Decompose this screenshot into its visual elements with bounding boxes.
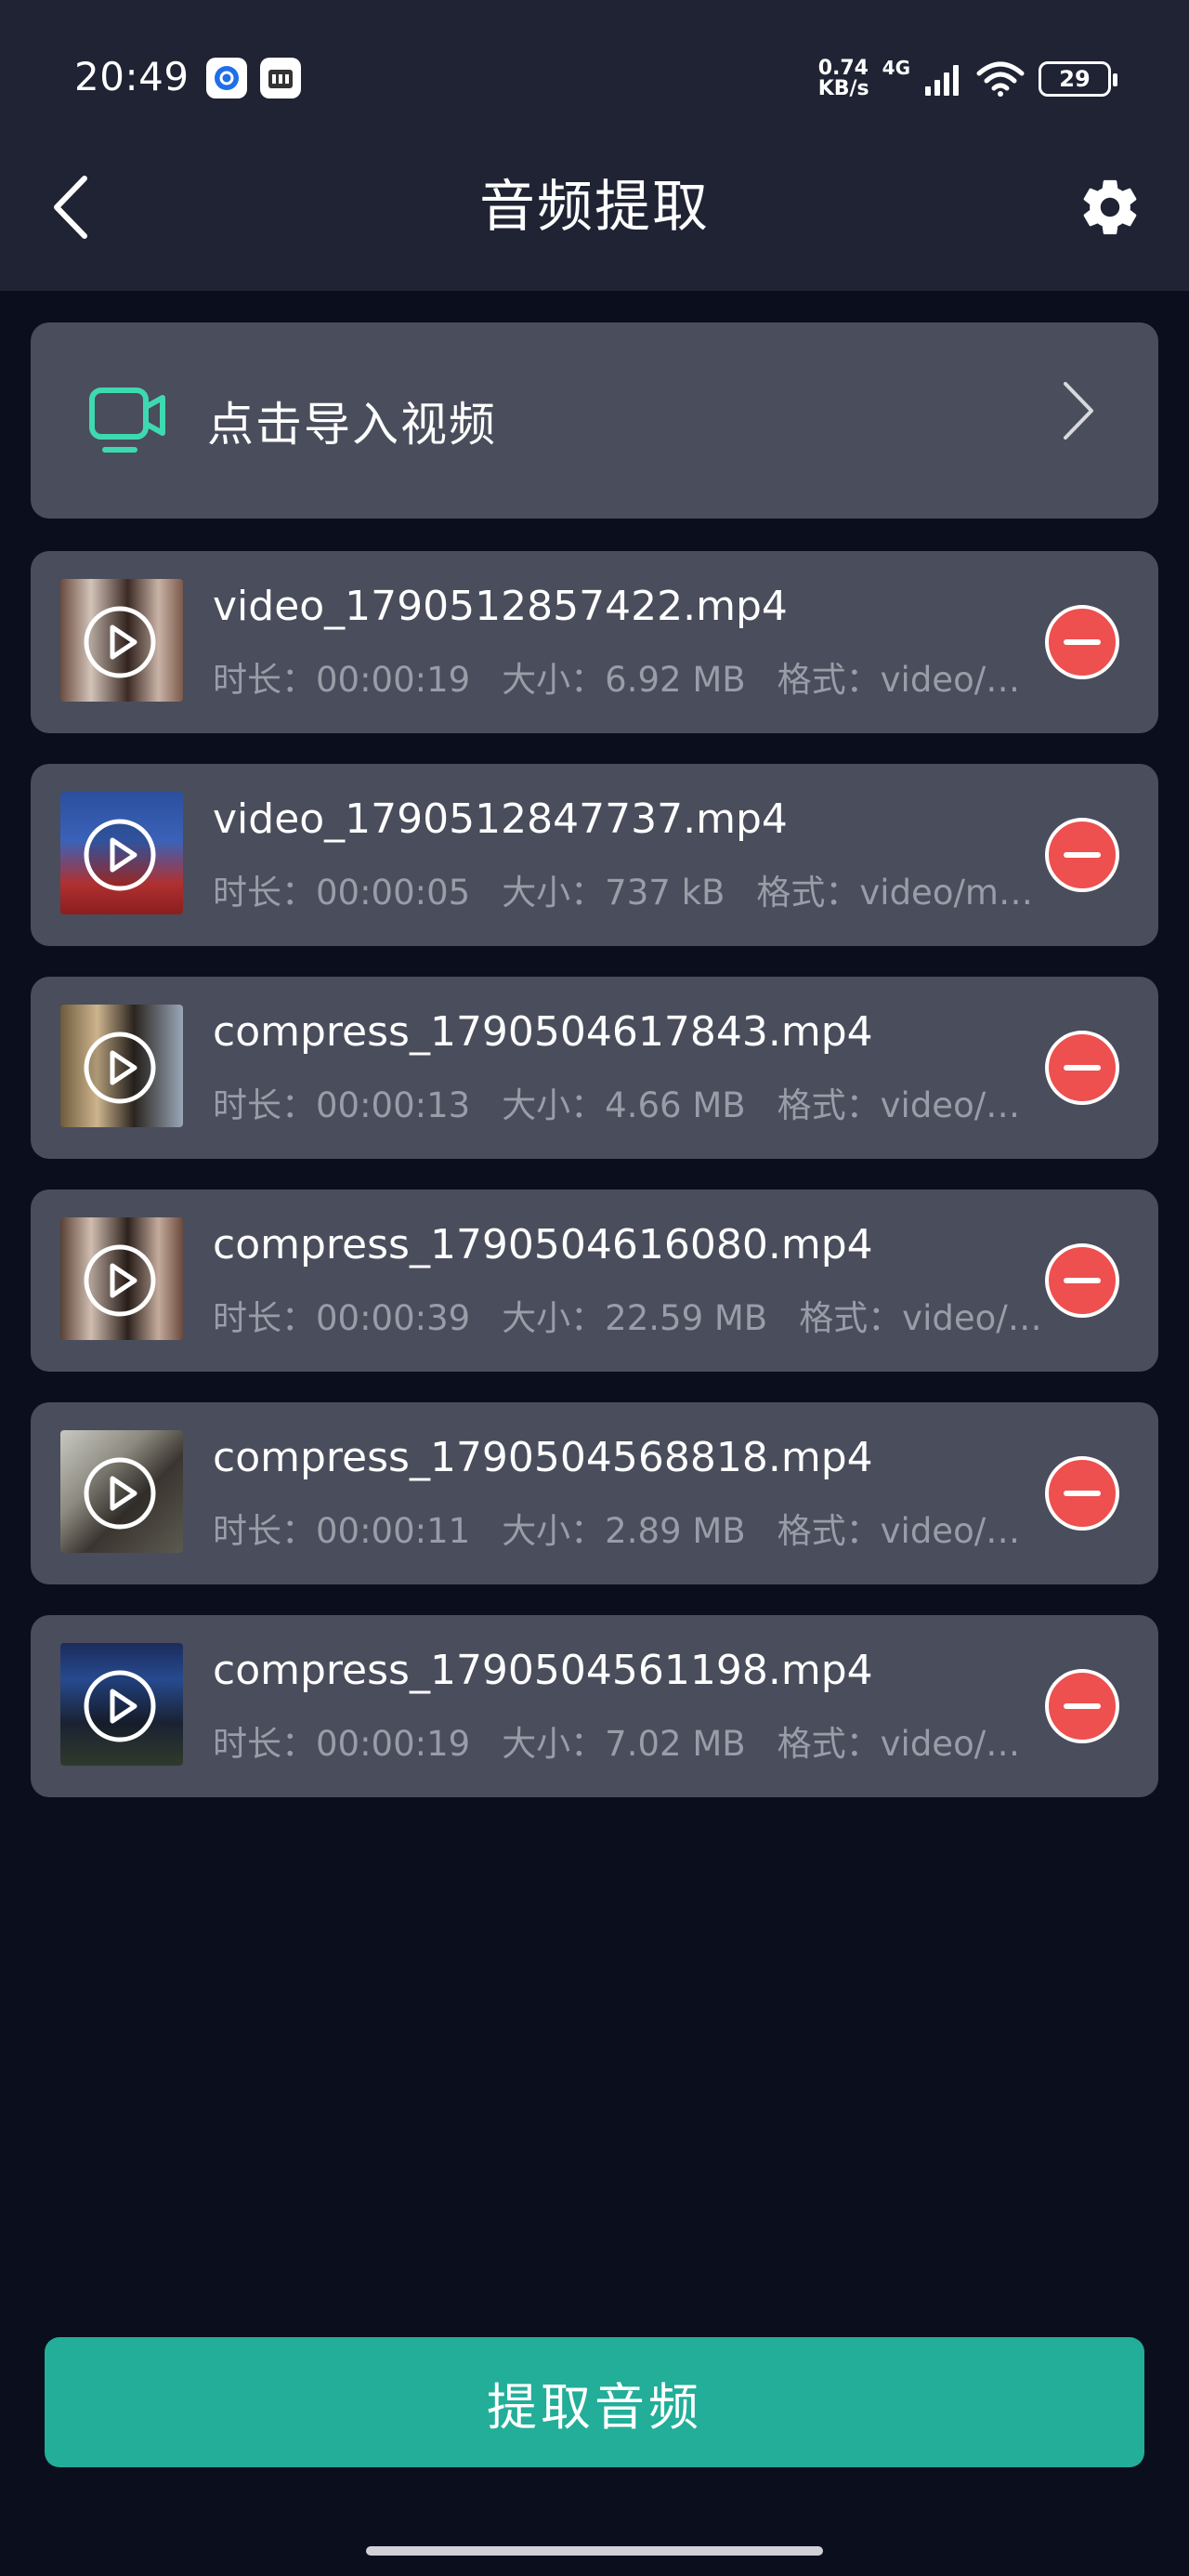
file-meta: 时长：00:00:05 大小：737 kB 格式：video/mp4 <box>213 864 1045 914</box>
play-icon <box>84 1032 156 1104</box>
file-format: 格式：video/mp4 <box>799 1298 1045 1338</box>
file-name: compress_1790504617843.mp4 <box>213 1008 873 1056</box>
minus-icon <box>1064 1491 1101 1496</box>
settings-button[interactable] <box>1068 165 1152 249</box>
mt-app-notification-icon <box>260 58 301 99</box>
net-speed: 0.74 KB/s <box>817 57 869 100</box>
chevron-right-icon <box>1064 382 1093 440</box>
file-size: 大小：7.02 MB <box>502 1724 746 1764</box>
file-name: compress_1790504568818.mp4 <box>213 1434 873 1481</box>
minus-icon <box>1064 1065 1101 1071</box>
remove-button[interactable] <box>1045 1031 1119 1105</box>
file-name: compress_1790504561198.mp4 <box>213 1647 873 1694</box>
file-size: 大小：22.59 MB <box>502 1298 768 1338</box>
file-duration: 时长：00:00:19 <box>213 1724 471 1764</box>
file-meta: 时长：00:00:13 大小：4.66 MB 格式：video/mp4 <box>213 1077 1045 1127</box>
play-icon <box>84 819 156 891</box>
video-thumbnail[interactable] <box>60 1430 183 1553</box>
play-icon <box>84 606 156 678</box>
video-list-item[interactable]: compress_1790504561198.mp4 时长：00:00:19 大小… <box>31 1615 1158 1797</box>
file-size: 大小：737 kB <box>502 873 725 913</box>
import-video-card[interactable]: 点击导入视频 <box>31 322 1158 519</box>
play-icon <box>84 1244 156 1317</box>
extract-audio-button[interactable]: 提取音频 <box>45 2337 1144 2467</box>
file-duration: 时长：00:00:19 <box>213 660 471 700</box>
video-list-item[interactable]: video_1790512847737.mp4 时长：00:00:05 大小：73… <box>31 764 1158 946</box>
video-list-item[interactable]: compress_1790504617843.mp4 时长：00:00:13 大小… <box>31 977 1158 1159</box>
file-format: 格式：video/mp4 <box>777 1724 1045 1764</box>
status-indicators: 0.74 KB/s 4G 29 <box>817 54 1117 104</box>
app-notification-icon <box>206 58 247 99</box>
minus-icon <box>1064 639 1101 645</box>
file-size: 大小：4.66 MB <box>502 1085 746 1125</box>
network-type: 4G <box>882 57 910 79</box>
video-list-item[interactable]: compress_1790504568818.mp4 时长：00:00:11 大小… <box>31 1402 1158 1584</box>
remove-button[interactable] <box>1045 1669 1119 1743</box>
remove-button[interactable] <box>1045 1243 1119 1318</box>
file-size: 大小：2.89 MB <box>502 1511 746 1551</box>
video-list-item[interactable]: video_1790512857422.mp4 时长：00:00:19 大小：6.… <box>31 551 1158 733</box>
file-format: 格式：video/mp4 <box>777 1511 1045 1551</box>
signal-icon <box>925 65 959 96</box>
video-thumbnail[interactable] <box>60 1005 183 1127</box>
import-video-label: 点击导入视频 <box>207 397 497 452</box>
file-meta: 时长：00:00:39 大小：22.59 MB 格式：video/mp4 <box>213 1290 1045 1340</box>
video-thumbnail[interactable] <box>60 1643 183 1766</box>
remove-button[interactable] <box>1045 1456 1119 1531</box>
remove-button[interactable] <box>1045 818 1119 892</box>
file-duration: 时长：00:00:39 <box>213 1298 471 1338</box>
video-list-item[interactable]: compress_1790504616080.mp4 时长：00:00:39 大小… <box>31 1189 1158 1372</box>
file-size: 大小：6.92 MB <box>502 660 746 700</box>
video-thumbnail[interactable] <box>60 579 183 702</box>
file-name: compress_1790504616080.mp4 <box>213 1221 873 1268</box>
video-camera-icon <box>89 387 165 453</box>
wifi-icon <box>976 61 1025 97</box>
file-name: video_1790512847737.mp4 <box>213 795 788 843</box>
play-icon <box>84 1457 156 1530</box>
gear-icon <box>1083 179 1137 235</box>
file-duration: 时长：00:00:13 <box>213 1085 471 1125</box>
remove-button[interactable] <box>1045 605 1119 679</box>
status-time: 20:49 <box>74 54 189 99</box>
video-thumbnail[interactable] <box>60 1217 183 1340</box>
page-title: 音频提取 <box>479 175 710 240</box>
file-format: 格式：video/mp4 <box>756 873 1042 913</box>
battery-icon: 29 <box>1039 61 1117 97</box>
file-duration: 时长：00:00:11 <box>213 1511 471 1551</box>
file-meta: 时长：00:00:19 大小：7.02 MB 格式：video/mp4 <box>213 1715 1045 1766</box>
file-meta: 时长：00:00:19 大小：6.92 MB 格式：video/mp4 <box>213 651 1045 702</box>
minus-icon <box>1064 1703 1101 1709</box>
minus-icon <box>1064 852 1101 858</box>
file-format: 格式：video/mp4 <box>777 1085 1045 1125</box>
video-thumbnail[interactable] <box>60 792 183 914</box>
file-name: video_1790512857422.mp4 <box>213 583 788 630</box>
file-meta: 时长：00:00:11 大小：2.89 MB 格式：video/mp4 <box>213 1503 1045 1553</box>
play-icon <box>84 1670 156 1742</box>
home-indicator[interactable] <box>366 2546 823 2556</box>
minus-icon <box>1064 1278 1101 1283</box>
file-duration: 时长：00:00:05 <box>213 873 471 913</box>
file-format: 格式：video/mp4 <box>777 660 1045 700</box>
